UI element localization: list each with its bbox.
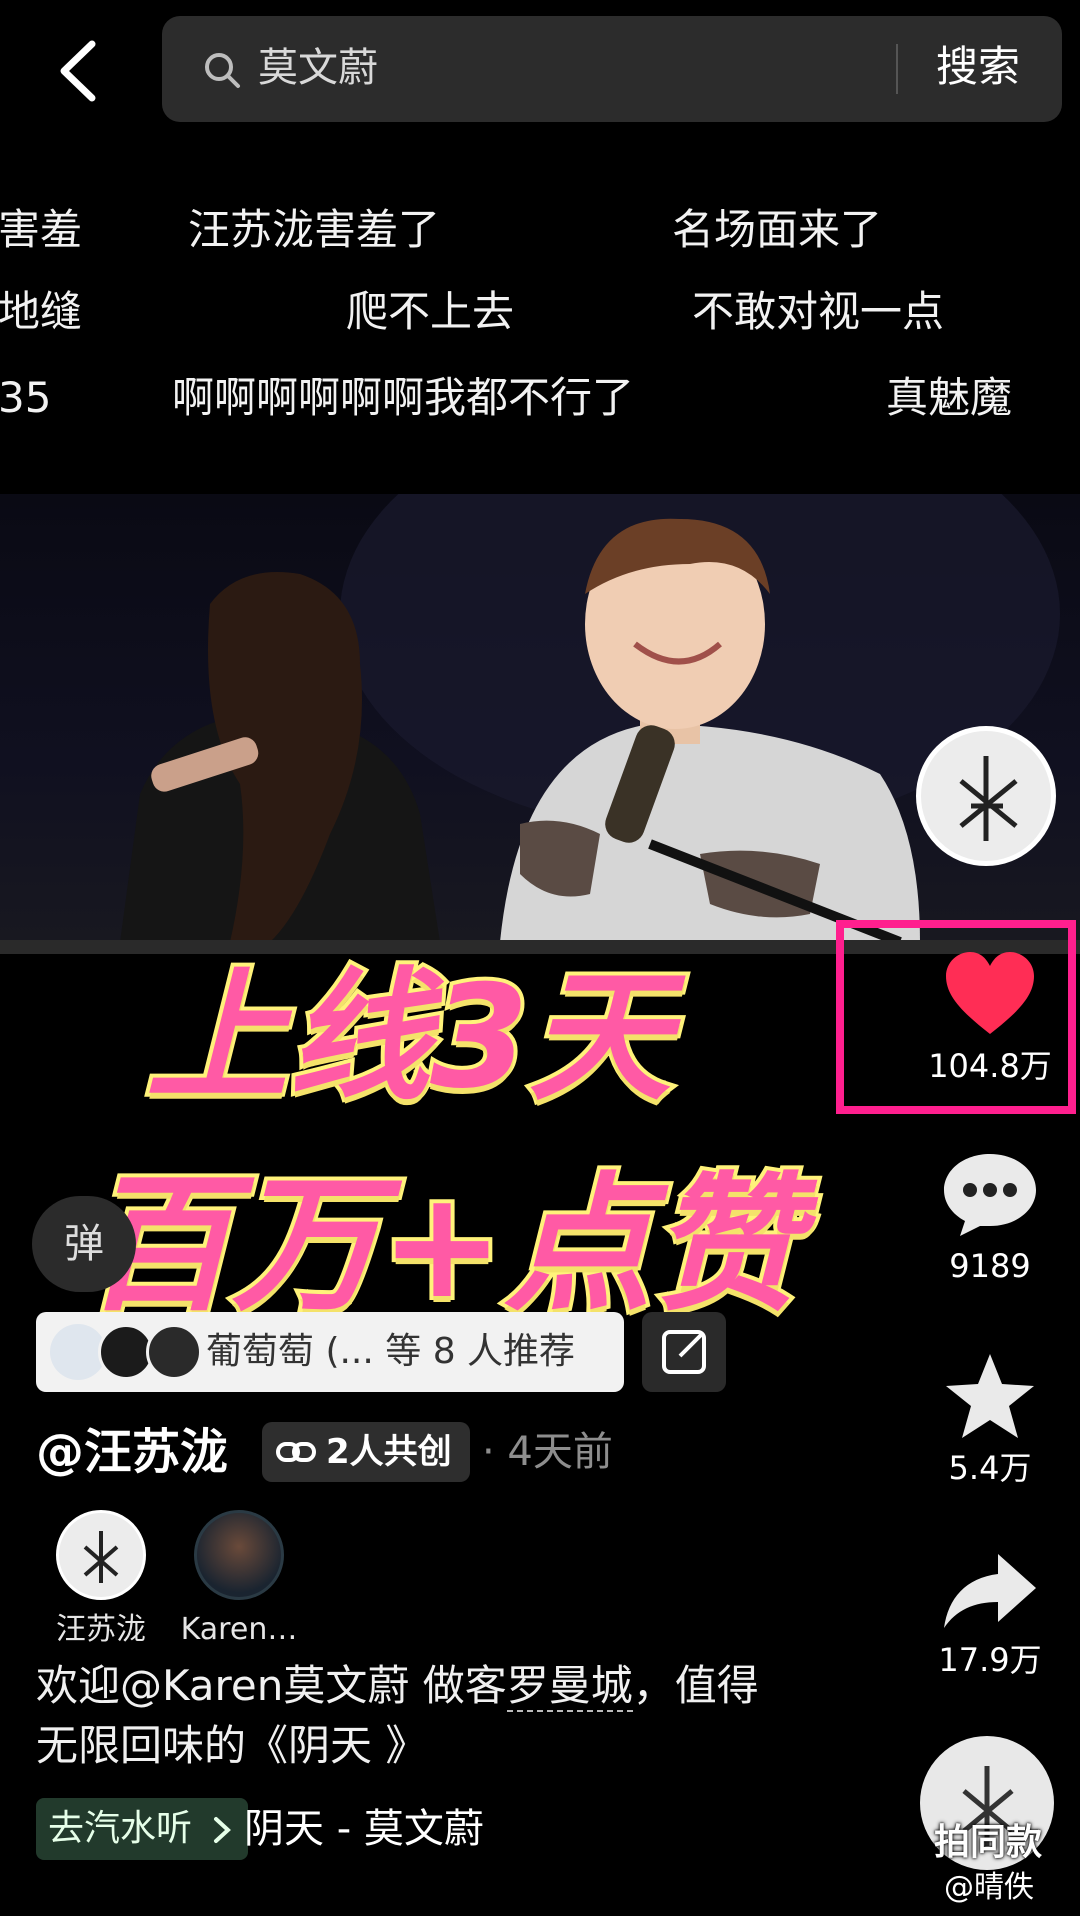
danmaku-comment: 汪苏泷害羞了 xyxy=(188,205,441,254)
recommender-avatar xyxy=(146,1324,202,1380)
danmaku-comment: 35 xyxy=(0,373,52,422)
like-count: 104.8万 xyxy=(928,1047,1052,1085)
search-icon xyxy=(205,53,240,88)
search-bar[interactable]: 莫文蔚 搜索 xyxy=(162,16,1062,122)
creator-avatar[interactable] xyxy=(56,1510,146,1600)
search-divider xyxy=(896,44,898,94)
author-handle[interactable]: @汪苏泷 xyxy=(36,1420,228,1484)
cocreate-badge[interactable]: 2人共创 xyxy=(262,1422,470,1482)
edit-icon xyxy=(662,1330,706,1374)
star-icon xyxy=(946,1354,1034,1438)
recommend-text: 葡萄萄 (... 等 8 人推荐 xyxy=(206,1331,576,1372)
shoot-same-label[interactable]: 拍同款 xyxy=(934,1818,1042,1868)
back-chevron-icon[interactable] xyxy=(52,38,112,104)
video-player[interactable] xyxy=(0,494,1080,942)
link-icon xyxy=(276,1442,316,1462)
headline-line1: 上线3天 xyxy=(142,954,675,1122)
cocreate-label: 2人共创 xyxy=(326,1432,452,1472)
danmaku-comment: 害羞 xyxy=(0,205,83,254)
listen-music-button[interactable]: 去汽水听 xyxy=(36,1798,249,1860)
danmaku-comment: 真魅魔 xyxy=(886,373,1013,422)
logo-icon xyxy=(83,1531,119,1583)
danmaku-comment: 地缝 xyxy=(0,287,83,336)
creator-avatar[interactable] xyxy=(194,1510,284,1600)
desc-link[interactable]: 罗曼城 xyxy=(506,1661,633,1712)
comment-icon xyxy=(944,1154,1036,1236)
danmaku-comment: 爬不上去 xyxy=(346,287,515,336)
creator-name[interactable]: Karen… xyxy=(164,1610,314,1650)
danmaku-comment: 名场面来了 xyxy=(672,205,883,254)
share-count: 17.9万 xyxy=(938,1641,1042,1679)
author-avatar[interactable] xyxy=(916,726,1056,866)
weibo-watermark: @晴佚 xyxy=(944,1870,1034,1905)
danmaku-toggle-button[interactable]: 弹 xyxy=(32,1196,136,1292)
like-button[interactable]: 104.8万 xyxy=(920,950,1060,1086)
music-track[interactable]: 阴天 - 莫文蔚 xyxy=(244,1798,484,1860)
listen-music-label: 去汽水听 xyxy=(48,1808,193,1849)
headline-line2: 百万+点赞 xyxy=(80,1156,804,1334)
video-frame xyxy=(120,494,1060,942)
danmaku-comment: 不敢对视一点 xyxy=(692,287,945,336)
chevron-right-icon xyxy=(214,1817,231,1843)
comment-button[interactable]: 9189 xyxy=(920,1148,1060,1286)
favorite-count: 5.4万 xyxy=(948,1449,1032,1487)
recommend-edit-button[interactable] xyxy=(642,1312,726,1392)
comment-count: 9189 xyxy=(949,1247,1031,1285)
search-input[interactable]: 莫文蔚 xyxy=(258,40,378,96)
creator-name[interactable]: 汪苏泷 xyxy=(26,1610,176,1650)
recommend-bar[interactable]: 葡萄萄 (... 等 8 人推荐 xyxy=(36,1312,624,1392)
post-time: · 4天前 xyxy=(482,1429,613,1475)
share-button[interactable]: 17.9万 xyxy=(920,1550,1060,1680)
favorite-button[interactable]: 5.4万 xyxy=(920,1350,1060,1488)
post-description: 欢迎@Karen莫文蔚 做客罗曼城，值得无限回味的《阴天 》 xyxy=(36,1656,796,1776)
desc-text: 欢迎@Karen莫文蔚 做客 xyxy=(36,1661,507,1710)
danmaku-comment: 啊啊啊啊啊啊我都不行了 xyxy=(172,373,635,422)
logo-icon xyxy=(959,756,1018,841)
search-button[interactable]: 搜索 xyxy=(936,38,1020,96)
share-arrow-icon xyxy=(944,1554,1036,1628)
heart-icon xyxy=(946,952,1034,1034)
